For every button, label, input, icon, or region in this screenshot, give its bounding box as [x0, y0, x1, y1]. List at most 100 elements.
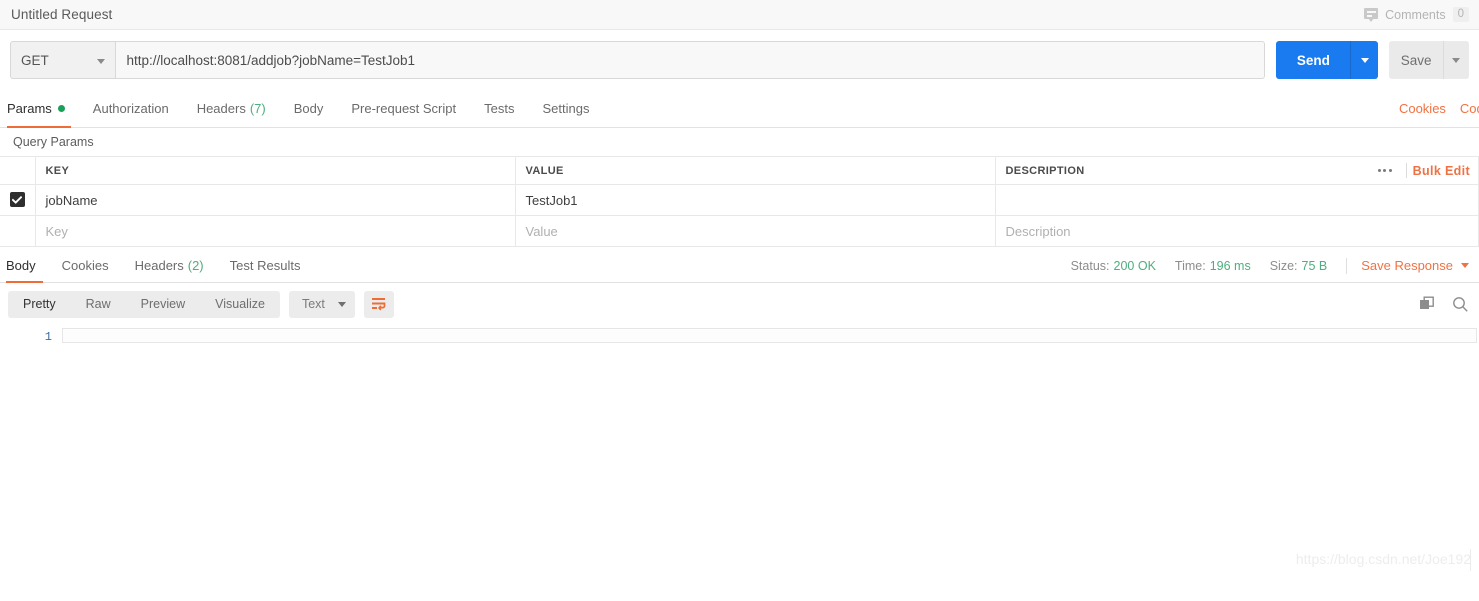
save-response-button[interactable]: Save Response: [1361, 258, 1475, 273]
comments-button[interactable]: Comments 0: [1364, 0, 1469, 29]
divider: [1405, 163, 1407, 178]
check-icon: [12, 195, 23, 204]
query-params-label: Query Params: [13, 135, 94, 149]
send-button-group: Send: [1276, 41, 1379, 79]
response-format-select[interactable]: Text: [288, 290, 355, 318]
chevron-down-icon: [1461, 263, 1469, 268]
empty-row-value-placeholder: Value: [525, 223, 558, 239]
time-label: Time:: [1174, 258, 1206, 273]
empty-row-checkbox-cell: [0, 215, 36, 247]
response-tab-cookies[interactable]: Cookies: [49, 249, 122, 282]
code-line-row: 1: [0, 328, 1479, 346]
response-tab-body-label: Body: [6, 258, 36, 273]
response-tab-body[interactable]: Body: [0, 249, 49, 283]
response-tab-headers[interactable]: Headers (2): [122, 249, 217, 282]
save-button[interactable]: Save: [1389, 41, 1444, 79]
tab-tests-label: Tests: [484, 101, 515, 116]
tab-authorization-label: Authorization: [92, 101, 169, 116]
tab-body[interactable]: Body: [280, 90, 338, 127]
word-wrap-toggle[interactable]: [363, 290, 394, 318]
search-icon: [1453, 296, 1468, 312]
response-body-viewer[interactable]: 1 https://blog.csdn.net/Joe192: [0, 325, 1479, 571]
empty-row-key-placeholder: Key: [45, 223, 68, 239]
response-tab-headers-count: (2): [187, 258, 204, 273]
table-header-actions: Bulk Edit: [1370, 157, 1476, 184]
response-view-switcher: Pretty Raw Preview Visualize: [8, 290, 280, 318]
view-pretty-button[interactable]: Pretty: [8, 291, 71, 318]
word-wrap-icon: [371, 298, 386, 311]
tab-settings-label: Settings: [542, 101, 590, 116]
row-enabled-checkbox[interactable]: [9, 192, 25, 208]
response-format-label: Text: [301, 297, 325, 311]
divider: [1346, 257, 1348, 274]
comments-count-badge: 0: [1452, 7, 1469, 22]
cookies-link[interactable]: Cookies: [1399, 101, 1446, 116]
more-options-icon[interactable]: [1370, 158, 1400, 184]
copy-button[interactable]: [1419, 296, 1436, 313]
table-header-row: KEY VALUE DESCRIPTION Bulk Edit: [0, 156, 1479, 185]
comments-label: Comments: [1385, 7, 1446, 22]
size-indicator: Size: 75 B: [1270, 259, 1328, 273]
column-header-checkbox: [0, 156, 36, 185]
response-toolbar: Pretty Raw Preview Visualize Text: [0, 283, 1479, 325]
status-label: Status:: [1070, 258, 1110, 273]
save-button-group: Save: [1389, 41, 1469, 79]
line-number: 1: [44, 330, 52, 344]
code-link[interactable]: Code: [1460, 101, 1479, 116]
status-indicator: Status: 200 OK: [1071, 259, 1156, 273]
response-tab-headers-label: Headers: [134, 258, 184, 273]
tab-authorization[interactable]: Authorization: [79, 90, 183, 127]
tab-params-label: Params: [7, 101, 52, 116]
line-content[interactable]: [62, 328, 1477, 343]
watermark-text: https://blog.csdn.net/Joe192: [1295, 551, 1471, 567]
tab-pre-request-script[interactable]: Pre-request Script: [337, 90, 470, 127]
chevron-down-icon: [337, 301, 346, 307]
query-params-table: KEY VALUE DESCRIPTION Bulk Edit jobName …: [0, 156, 1479, 247]
response-meta: Status: 200 OK Time: 196 ms Size: 75 B Save…: [1071, 249, 1475, 282]
empty-row-description-placeholder: Description: [1005, 223, 1071, 239]
url-bar: GET http://localhost:8081/addjob?jobName…: [0, 30, 1479, 90]
request-tabs-links: Cookies Code: [1399, 90, 1479, 127]
search-button[interactable]: [1452, 296, 1469, 313]
chevron-down-icon: [1360, 57, 1369, 63]
status-value: 200 OK: [1113, 258, 1156, 273]
url-input[interactable]: http://localhost:8081/addjob?jobName=Tes…: [115, 41, 1266, 79]
tab-tests[interactable]: Tests: [470, 90, 528, 127]
table-row: jobName TestJob1: [0, 184, 1479, 216]
response-toolbar-actions: [1419, 283, 1469, 325]
column-header-value: VALUE: [515, 156, 996, 185]
column-header-description: DESCRIPTION Bulk Edit: [995, 156, 1479, 185]
copy-icon: [1420, 296, 1434, 309]
save-options-button[interactable]: [1444, 41, 1469, 79]
row-value-cell[interactable]: TestJob1: [515, 184, 996, 216]
view-preview-button[interactable]: Preview: [126, 291, 200, 318]
tab-headers[interactable]: Headers (7): [183, 90, 280, 127]
column-header-value-label: VALUE: [525, 164, 564, 177]
tab-headers-count: (7): [249, 101, 266, 116]
tab-pre-request-script-label: Pre-request Script: [351, 101, 457, 116]
empty-row-key-cell[interactable]: Key: [35, 215, 516, 247]
bulk-edit-link[interactable]: Bulk Edit: [1413, 164, 1476, 178]
tab-params[interactable]: Params: [0, 90, 79, 128]
tab-settings[interactable]: Settings: [528, 90, 603, 127]
row-key-cell[interactable]: jobName: [35, 184, 516, 216]
text-cursor: [1470, 549, 1471, 571]
send-button[interactable]: Send: [1276, 41, 1352, 79]
request-tabs: Params Authorization Headers (7) Body Pr…: [0, 90, 1479, 128]
empty-row-value-cell[interactable]: Value: [515, 215, 996, 247]
row-description-cell[interactable]: [995, 184, 1479, 216]
response-tab-cookies-label: Cookies: [61, 258, 109, 273]
response-tab-test-results[interactable]: Test Results: [217, 249, 314, 282]
chevron-down-icon: [97, 59, 106, 64]
column-header-key: KEY: [35, 156, 516, 185]
params-modified-dot-icon: [57, 105, 65, 112]
empty-row-description-cell[interactable]: Description: [995, 215, 1479, 247]
http-method-select[interactable]: GET: [10, 41, 116, 79]
view-raw-button[interactable]: Raw: [71, 291, 126, 318]
view-visualize-button[interactable]: Visualize: [200, 291, 280, 318]
send-options-button[interactable]: [1351, 41, 1379, 79]
chevron-down-icon: [1452, 57, 1461, 63]
tab-headers-label: Headers: [196, 101, 246, 116]
comment-icon: [1364, 8, 1379, 22]
time-indicator: Time: 196 ms: [1175, 259, 1251, 273]
